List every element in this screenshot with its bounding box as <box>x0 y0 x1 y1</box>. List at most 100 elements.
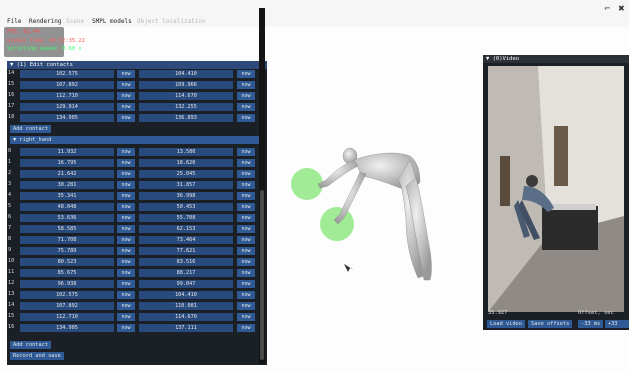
contact-end-field[interactable]: 109.966 <box>139 80 233 89</box>
close-window-button[interactable]: ✖ <box>618 4 625 13</box>
now-button[interactable]: now <box>237 301 255 310</box>
contact-end-field[interactable]: 88.217 <box>139 268 233 277</box>
edit-contacts-header[interactable]: ▼ (1) Edit contacts ✕ <box>7 61 267 69</box>
now-button[interactable]: now <box>117 147 135 156</box>
contact-start-field[interactable]: 35.341 <box>20 191 114 200</box>
now-button[interactable]: now <box>237 323 255 332</box>
plus-33ms-button[interactable]: +33 ms <box>605 320 629 328</box>
contact-end-field[interactable]: 55.708 <box>139 213 233 222</box>
contacts-scroll-thumb[interactable] <box>260 190 264 360</box>
contact-end-field[interactable]: 62.153 <box>139 224 233 233</box>
contact-start-field[interactable]: 129.914 <box>20 102 114 111</box>
now-button[interactable]: now <box>237 290 255 299</box>
now-button[interactable]: now <box>237 147 255 156</box>
now-button[interactable]: now <box>117 91 135 100</box>
video-panel-header[interactable]: ▼ (0)Video <box>483 55 629 63</box>
now-button[interactable]: now <box>117 224 135 233</box>
menu-smpl-models[interactable]: SMPL models <box>92 16 132 27</box>
add-contact-button-right[interactable]: Add contact <box>10 341 52 349</box>
contact-end-field[interactable]: 132.255 <box>139 102 233 111</box>
contact-start-field[interactable]: 58.585 <box>20 224 114 233</box>
video-time-value[interactable]: 35.927 <box>488 310 507 316</box>
contact-end-field[interactable]: 99.047 <box>139 279 233 288</box>
now-button[interactable]: now <box>117 113 135 122</box>
contact-end-field[interactable]: 73.464 <box>139 235 233 244</box>
now-button[interactable]: now <box>117 312 135 321</box>
now-button[interactable]: now <box>117 323 135 332</box>
now-button[interactable]: now <box>117 102 135 111</box>
contact-start-field[interactable]: 112.710 <box>20 312 114 321</box>
contact-end-field[interactable]: 114.670 <box>139 312 233 321</box>
contact-end-field[interactable]: 136.893 <box>139 113 233 122</box>
now-button[interactable]: now <box>237 113 255 122</box>
now-button[interactable]: now <box>237 180 255 189</box>
now-button[interactable]: now <box>237 224 255 233</box>
3d-viewport[interactable] <box>270 140 470 290</box>
minus-33ms-button[interactable]: -33 ms <box>578 320 604 328</box>
contact-end-field[interactable]: 83.516 <box>139 257 233 266</box>
minimize-button[interactable]: ⌐ <box>604 4 611 13</box>
now-button[interactable]: now <box>117 213 135 222</box>
now-button[interactable]: now <box>117 158 135 167</box>
contact-end-field[interactable]: 77.621 <box>139 246 233 255</box>
now-button[interactable]: now <box>117 257 135 266</box>
contact-start-field[interactable]: 134.905 <box>20 113 114 122</box>
contact-end-field[interactable]: 50.453 <box>139 202 233 211</box>
now-button[interactable]: now <box>237 213 255 222</box>
now-button[interactable]: now <box>237 268 255 277</box>
contact-start-field[interactable]: 134.905 <box>20 323 114 332</box>
now-button[interactable]: now <box>117 290 135 299</box>
now-button[interactable]: now <box>117 246 135 255</box>
menu-object-localization[interactable]: Object localization <box>137 16 206 27</box>
contact-end-field[interactable]: 25.045 <box>139 169 233 178</box>
contact-start-field[interactable]: 102.575 <box>20 69 114 78</box>
now-button[interactable]: now <box>117 279 135 288</box>
contact-start-field[interactable]: 30.281 <box>20 180 114 189</box>
contact-start-field[interactable]: 71.708 <box>20 235 114 244</box>
now-button[interactable]: now <box>117 69 135 78</box>
contact-end-field[interactable]: 18.620 <box>139 158 233 167</box>
now-button[interactable]: now <box>117 202 135 211</box>
contact-end-field[interactable]: 114.670 <box>139 91 233 100</box>
contact-end-field[interactable]: 36.998 <box>139 191 233 200</box>
contact-end-field[interactable]: 104.410 <box>139 69 233 78</box>
now-button[interactable]: now <box>237 235 255 244</box>
contact-end-field[interactable]: 137.111 <box>139 323 233 332</box>
now-button[interactable]: now <box>237 312 255 321</box>
contact-start-field[interactable]: 112.710 <box>20 91 114 100</box>
now-button[interactable]: now <box>237 80 255 89</box>
contact-start-field[interactable]: 85.675 <box>20 268 114 277</box>
now-button[interactable]: now <box>237 246 255 255</box>
load-video-button[interactable]: Load video <box>487 320 525 328</box>
contact-start-field[interactable]: 21.642 <box>20 169 114 178</box>
now-button[interactable]: now <box>237 102 255 111</box>
contact-end-field[interactable]: 31.857 <box>139 180 233 189</box>
contact-start-field[interactable]: 48.048 <box>20 202 114 211</box>
menu-scene[interactable]: Scene <box>66 16 84 27</box>
now-button[interactable]: now <box>117 235 135 244</box>
contact-start-field[interactable]: 107.892 <box>20 80 114 89</box>
now-button[interactable]: now <box>117 80 135 89</box>
add-contact-button-left[interactable]: Add contact <box>10 125 52 133</box>
now-button[interactable]: now <box>237 257 255 266</box>
contact-start-field[interactable]: 80.523 <box>20 257 114 266</box>
now-button[interactable]: now <box>117 268 135 277</box>
right-hand-group-header[interactable]: ▼ right_hand <box>10 136 262 144</box>
menu-file[interactable]: File <box>7 16 21 27</box>
now-button[interactable]: now <box>237 279 255 288</box>
now-button[interactable]: now <box>237 69 255 78</box>
now-button[interactable]: now <box>237 191 255 200</box>
contact-start-field[interactable]: 11.932 <box>20 147 114 156</box>
contact-end-field[interactable]: 13.580 <box>139 147 233 156</box>
now-button[interactable]: now <box>237 202 255 211</box>
contact-start-field[interactable]: 102.575 <box>20 290 114 299</box>
now-button[interactable]: now <box>237 91 255 100</box>
save-offsets-button[interactable]: Save offsets <box>528 320 573 328</box>
now-button[interactable]: now <box>237 169 255 178</box>
record-and-save-button[interactable]: Record and save <box>10 352 64 360</box>
now-button[interactable]: now <box>117 169 135 178</box>
contact-start-field[interactable]: 107.892 <box>20 301 114 310</box>
menu-rendering[interactable]: Rendering <box>29 16 62 27</box>
contact-end-field[interactable]: 110.081 <box>139 301 233 310</box>
contact-end-field[interactable]: 104.410 <box>139 290 233 299</box>
